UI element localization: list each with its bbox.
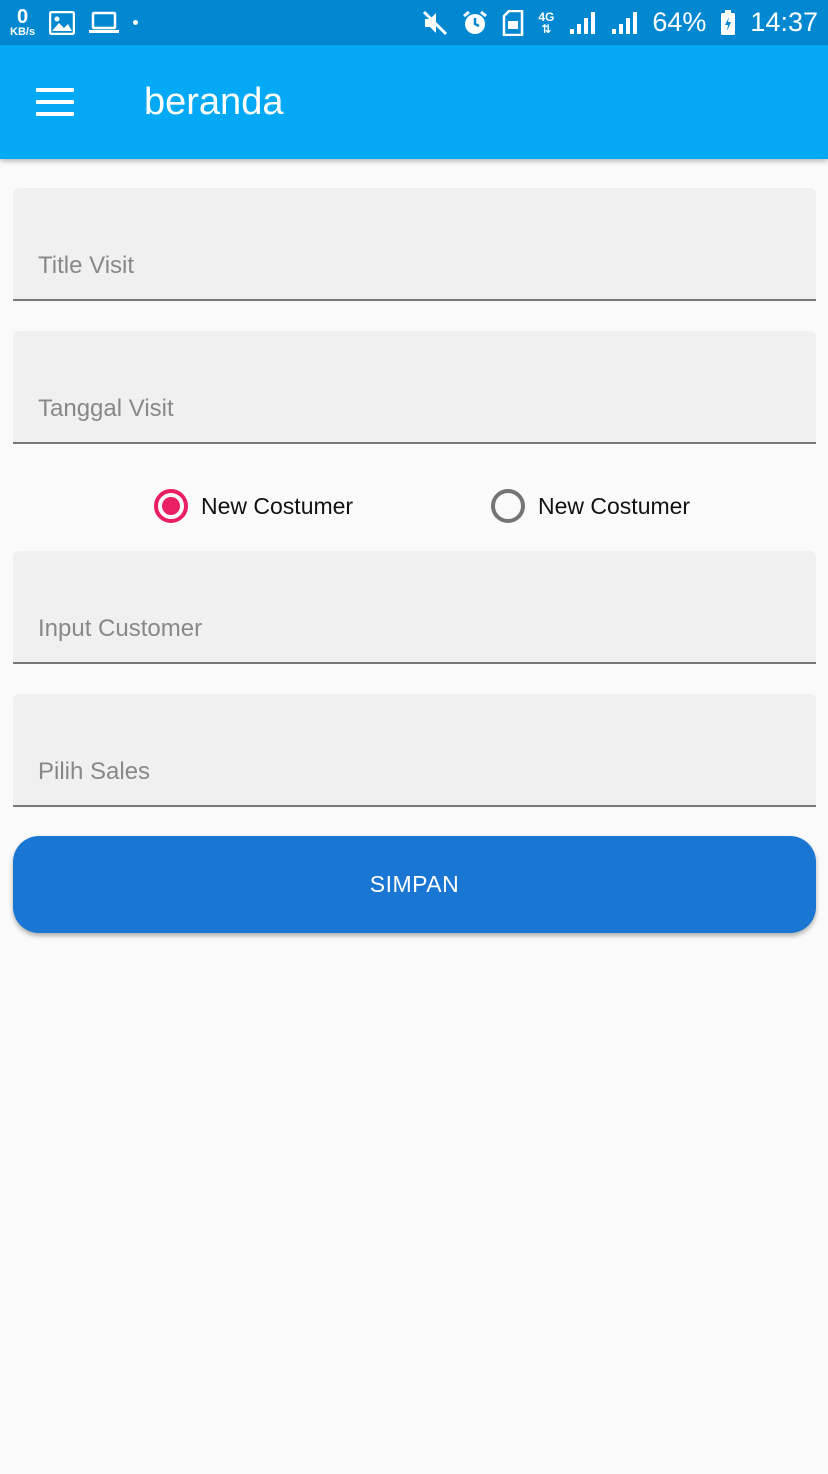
radio-checked-icon[interactable] — [154, 489, 188, 523]
status-left: 0 KB/s — [10, 7, 139, 38]
net-speed-unit: KB/s — [10, 26, 36, 38]
signal-icon — [568, 11, 596, 35]
battery-percent: 64% — [652, 7, 707, 37]
radio-option-1[interactable]: New Costumer — [154, 484, 353, 528]
status-right: 4G ⇅ 64% 14:37 — [422, 7, 818, 38]
mute-icon — [422, 10, 448, 36]
network-type-4g: 4G ⇅ — [538, 11, 554, 35]
radio-option-2[interactable]: New Costumer — [491, 484, 690, 528]
alarm-icon — [462, 10, 488, 36]
battery-icon — [720, 9, 736, 36]
net-speed: 0 KB/s — [10, 7, 35, 38]
tanggal-visit-field[interactable] — [13, 331, 816, 444]
title-visit-field[interactable] — [13, 188, 816, 301]
status-bar: 0 KB/s 4G ⇅ 64% 14:37 — [0, 0, 828, 45]
pilih-sales-field[interactable] — [13, 694, 816, 807]
title-visit-input[interactable] — [13, 188, 816, 299]
input-customer-field[interactable] — [13, 551, 816, 664]
net-speed-value: 0 — [16, 6, 29, 28]
clock: 14:37 — [750, 7, 818, 37]
image-icon — [49, 10, 76, 35]
input-customer-input[interactable] — [13, 551, 816, 662]
pilih-sales-input[interactable] — [13, 694, 816, 805]
sim-icon — [502, 9, 524, 36]
network-type-label: 4G — [538, 9, 555, 24]
tanggal-visit-input[interactable] — [13, 331, 816, 442]
radio-option-2-label: New Costumer — [538, 492, 691, 519]
page-title: beranda — [144, 80, 284, 123]
radio-unchecked-icon[interactable] — [491, 489, 525, 523]
laptop-icon — [89, 11, 120, 35]
app-bar: beranda — [0, 45, 828, 159]
data-arrows-icon: ⇅ — [541, 21, 552, 36]
signal-icon-2 — [610, 11, 638, 35]
dot-icon — [133, 20, 139, 25]
radio-option-1-label: New Costumer — [201, 492, 354, 519]
save-button[interactable]: SIMPAN — [13, 836, 816, 933]
menu-button[interactable] — [0, 45, 110, 159]
hamburger-menu-icon — [36, 88, 74, 116]
customer-type-radio-group: New Costumer New Costumer — [0, 484, 828, 528]
